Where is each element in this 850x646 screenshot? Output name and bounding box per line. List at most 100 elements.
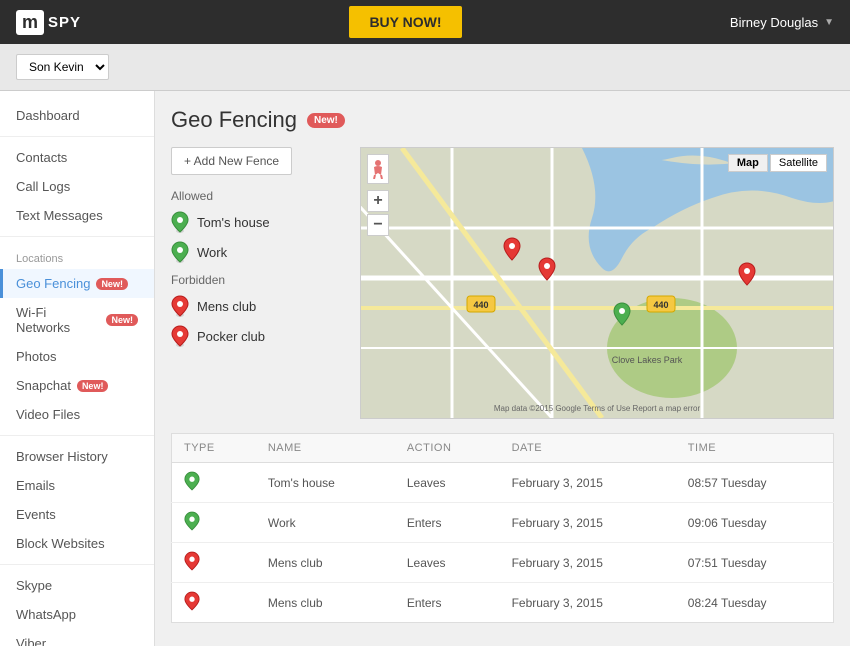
device-dropdown[interactable]: Son Kevin bbox=[16, 54, 109, 80]
fence-section-allowed: Allowed bbox=[171, 189, 346, 203]
sidebar-item-whatsapp[interactable]: WhatsApp bbox=[0, 600, 154, 629]
red-pin-icon bbox=[171, 325, 189, 347]
logo-spy: SPY bbox=[48, 14, 81, 31]
cell-time: 07:51 Tuesday bbox=[676, 543, 834, 583]
chevron-down-icon: ▼ bbox=[824, 17, 834, 28]
pegman-icon[interactable] bbox=[367, 154, 389, 184]
col-name: NAME bbox=[256, 434, 395, 463]
cell-time: 08:24 Tuesday bbox=[676, 583, 834, 623]
cell-type bbox=[172, 503, 256, 543]
geo-left-panel: + Add New Fence Allowed Tom's house bbox=[171, 147, 346, 419]
forbidden-pin-icon bbox=[184, 551, 200, 571]
device-selector[interactable]: Son Kevin bbox=[16, 54, 834, 80]
sidebar-item-emails[interactable]: Emails bbox=[0, 471, 154, 500]
allowed-pin-icon bbox=[184, 511, 200, 531]
sidebar-item-viber[interactable]: Viber bbox=[0, 629, 154, 646]
sidebar-item-photos[interactable]: Photos bbox=[0, 342, 154, 371]
forbidden-pin-icon bbox=[184, 591, 200, 611]
table-header-row: TYPE NAME ACTION DATE TIME bbox=[172, 434, 834, 463]
sidebar-item-label: Snapchat bbox=[16, 378, 71, 393]
fence-item-mens-club: Mens club bbox=[171, 295, 346, 317]
green-pin-icon bbox=[171, 211, 189, 233]
fence-item-work: Work bbox=[171, 241, 346, 263]
cell-name: Tom's house bbox=[256, 463, 395, 503]
satellite-view-button[interactable]: Satellite bbox=[770, 154, 827, 172]
geo-body: + Add New Fence Allowed Tom's house bbox=[171, 147, 834, 419]
map-svg: 440 440 Clove Lakes bbox=[361, 148, 833, 418]
page-title: Geo Fencing bbox=[171, 107, 297, 133]
content-area: Geo Fencing New! + Add New Fence Allowed… bbox=[155, 91, 850, 646]
add-fence-button[interactable]: + Add New Fence bbox=[171, 147, 292, 175]
map-container: 440 440 Clove Lakes bbox=[360, 147, 834, 419]
green-pin-icon bbox=[171, 241, 189, 263]
table-row: Mens club Enters February 3, 2015 08:24 … bbox=[172, 583, 834, 623]
cell-date: February 3, 2015 bbox=[500, 463, 676, 503]
cell-action: Enters bbox=[395, 503, 500, 543]
col-type: TYPE bbox=[172, 434, 256, 463]
sidebar-item-skype[interactable]: Skype bbox=[0, 571, 154, 600]
cell-time: 09:06 Tuesday bbox=[676, 503, 834, 543]
cell-action: Leaves bbox=[395, 543, 500, 583]
zoom-out-button[interactable]: − bbox=[367, 214, 389, 236]
sub-header: Son Kevin bbox=[0, 44, 850, 91]
map-placeholder: 440 440 Clove Lakes bbox=[361, 148, 833, 418]
section-label-locations: Locations bbox=[0, 243, 154, 269]
cell-name: Work bbox=[256, 503, 395, 543]
map-view-button[interactable]: Map bbox=[728, 154, 768, 172]
sidebar-item-video-files[interactable]: Video Files bbox=[0, 400, 154, 429]
header: m SPY BUY NOW! Birney Douglas ▼ bbox=[0, 0, 850, 44]
col-action: ACTION bbox=[395, 434, 500, 463]
cell-time: 08:57 Tuesday bbox=[676, 463, 834, 503]
col-date: DATE bbox=[500, 434, 676, 463]
buy-now-button[interactable]: BUY NOW! bbox=[349, 6, 461, 38]
cell-name: Mens club bbox=[256, 583, 395, 623]
cell-type bbox=[172, 543, 256, 583]
cell-name: Mens club bbox=[256, 543, 395, 583]
sidebar-item-text-messages[interactable]: Text Messages bbox=[0, 201, 154, 230]
user-name: Birney Douglas bbox=[730, 15, 818, 30]
new-badge: New! bbox=[106, 314, 138, 326]
logo: m SPY bbox=[16, 10, 81, 35]
sidebar-item-call-logs[interactable]: Call Logs bbox=[0, 172, 154, 201]
pegman-figure bbox=[371, 159, 385, 179]
sidebar-item-snapchat[interactable]: Snapchat New! bbox=[0, 371, 154, 400]
cell-type bbox=[172, 463, 256, 503]
sidebar-item-geo-fencing[interactable]: Geo Fencing New! bbox=[0, 269, 154, 298]
main-layout: Dashboard Contacts Call Logs Text Messag… bbox=[0, 91, 850, 646]
user-menu[interactable]: Birney Douglas ▼ bbox=[730, 15, 834, 30]
fence-item-toms-house: Tom's house bbox=[171, 211, 346, 233]
map-zoom-controls: + − bbox=[367, 154, 389, 236]
cell-type bbox=[172, 583, 256, 623]
cell-date: February 3, 2015 bbox=[500, 583, 676, 623]
allowed-pin-icon bbox=[184, 471, 200, 491]
new-badge: New! bbox=[96, 278, 128, 290]
table-row: Mens club Leaves February 3, 2015 07:51 … bbox=[172, 543, 834, 583]
svg-text:Map data ©2015 Google Terms: Map data ©2015 Google Terms of Use Repor… bbox=[494, 404, 701, 413]
geo-table: TYPE NAME ACTION DATE TIME Tom's house L… bbox=[171, 433, 834, 623]
svg-text:Clove Lakes Park: Clove Lakes Park bbox=[612, 355, 683, 365]
sidebar: Dashboard Contacts Call Logs Text Messag… bbox=[0, 91, 155, 646]
sidebar-item-wifi-networks[interactable]: Wi-Fi Networks New! bbox=[0, 298, 154, 342]
sidebar-item-events[interactable]: Events bbox=[0, 500, 154, 529]
col-time: TIME bbox=[676, 434, 834, 463]
fence-section-forbidden: Forbidden bbox=[171, 273, 346, 287]
sidebar-item-label: Wi-Fi Networks bbox=[16, 305, 100, 335]
cell-date: February 3, 2015 bbox=[500, 503, 676, 543]
map-view-controls: Map Satellite bbox=[728, 154, 827, 172]
table-row: Work Enters February 3, 2015 09:06 Tuesd… bbox=[172, 503, 834, 543]
sidebar-item-label: Geo Fencing bbox=[16, 276, 90, 291]
cell-date: February 3, 2015 bbox=[500, 543, 676, 583]
cell-action: Leaves bbox=[395, 463, 500, 503]
sidebar-item-browser-history[interactable]: Browser History bbox=[0, 442, 154, 471]
fence-item-pocker-club: Pocker club bbox=[171, 325, 346, 347]
new-badge: New! bbox=[77, 380, 109, 392]
zoom-in-button[interactable]: + bbox=[367, 190, 389, 212]
page-new-badge: New! bbox=[307, 113, 345, 128]
sidebar-item-block-websites[interactable]: Block Websites bbox=[0, 529, 154, 558]
table-row: Tom's house Leaves February 3, 2015 08:5… bbox=[172, 463, 834, 503]
svg-text:440: 440 bbox=[473, 300, 488, 310]
cell-action: Enters bbox=[395, 583, 500, 623]
sidebar-item-contacts[interactable]: Contacts bbox=[0, 143, 154, 172]
logo-m: m bbox=[16, 10, 44, 35]
sidebar-item-dashboard[interactable]: Dashboard bbox=[0, 101, 154, 130]
